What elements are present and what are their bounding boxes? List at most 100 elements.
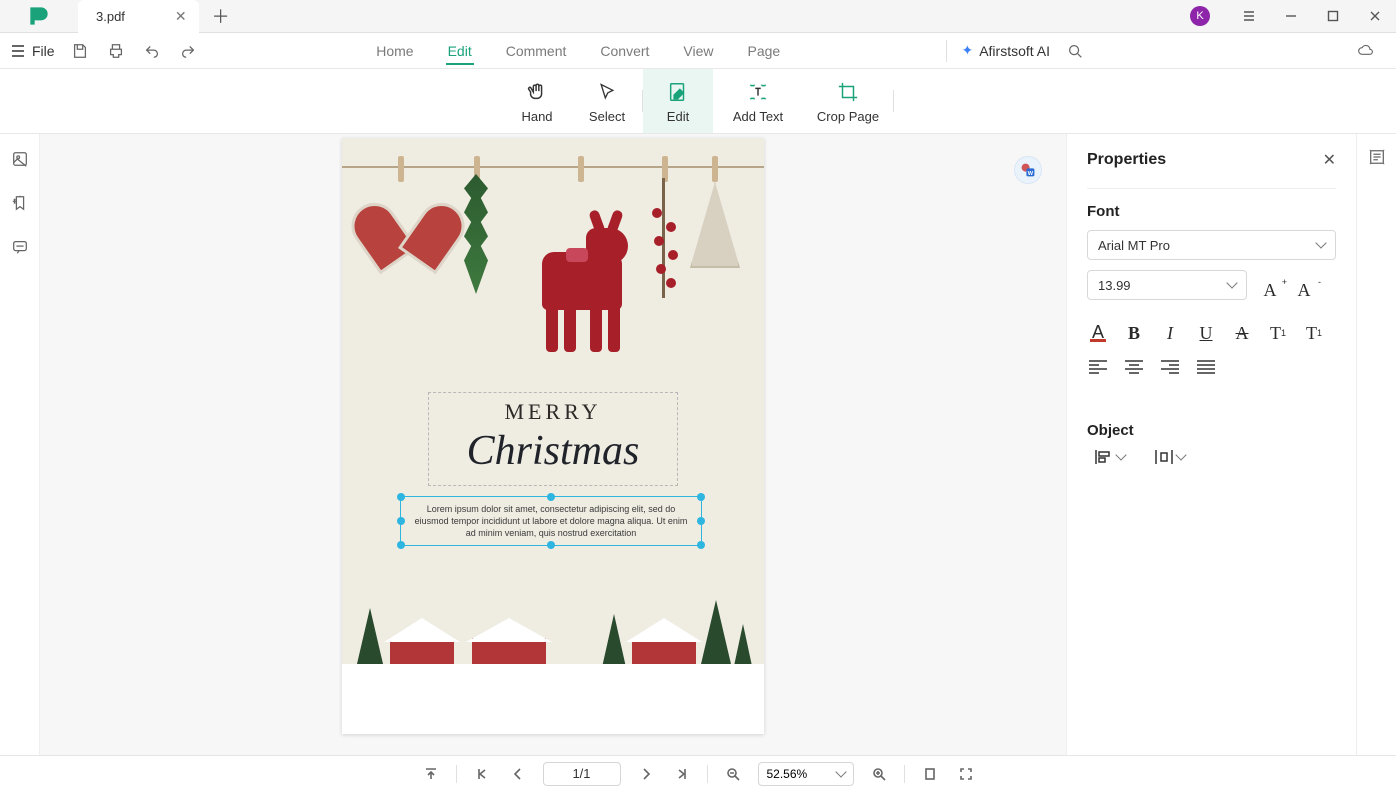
align-justify-icon[interactable] xyxy=(1195,356,1217,378)
save-icon[interactable] xyxy=(69,40,91,62)
menu-edit[interactable]: Edit xyxy=(446,37,474,65)
right-rail xyxy=(1356,134,1396,755)
tool-crop-label: Crop Page xyxy=(817,109,879,124)
tool-hand-label: Hand xyxy=(521,109,552,124)
zoom-in-icon[interactable] xyxy=(868,763,890,785)
menu-home[interactable]: Home xyxy=(374,37,415,65)
add-text-icon xyxy=(747,79,769,105)
zoom-dropdown[interactable]: 52.56% xyxy=(758,762,854,786)
page-indicator-input[interactable] xyxy=(543,762,621,786)
align-center-icon[interactable] xyxy=(1123,356,1145,378)
menu-comment[interactable]: Comment xyxy=(504,37,569,65)
bookmarks-icon[interactable] xyxy=(9,192,31,214)
decor-village xyxy=(342,584,764,734)
align-objects-dropdown[interactable] xyxy=(1095,449,1125,465)
heading-text-block[interactable]: MERRY Christmas xyxy=(428,392,678,486)
canvas-area[interactable]: W MERRY Chri xyxy=(40,134,1066,755)
tool-hand[interactable]: Hand xyxy=(502,69,572,133)
font-color-icon[interactable]: A xyxy=(1087,322,1109,344)
selected-text-block[interactable]: Lorem ipsum dolor sit amet, consectetur … xyxy=(400,496,702,546)
separator xyxy=(946,40,947,62)
fullscreen-icon[interactable] xyxy=(955,763,977,785)
resize-handle[interactable] xyxy=(547,541,555,549)
underline-icon[interactable]: U xyxy=(1195,322,1217,344)
minimize-button[interactable] xyxy=(1270,0,1312,33)
italic-icon[interactable]: I xyxy=(1159,322,1181,344)
tool-select[interactable]: Select xyxy=(572,69,642,133)
close-window-button[interactable] xyxy=(1354,0,1396,33)
first-page-icon[interactable] xyxy=(471,763,493,785)
sparkle-icon: ✦ xyxy=(961,42,973,59)
file-menu-label: File xyxy=(32,43,55,59)
menu-button[interactable] xyxy=(1228,0,1270,33)
edit-toolbar: Hand Select Edit Add Text Crop Page xyxy=(0,69,1396,134)
chevron-down-icon xyxy=(1175,449,1186,460)
tool-add-text-label: Add Text xyxy=(733,109,783,124)
convert-word-badge[interactable]: W xyxy=(1014,156,1042,184)
resize-handle[interactable] xyxy=(397,517,405,525)
document-tab[interactable]: 3.pdf ✕ xyxy=(78,0,199,33)
fit-page-icon[interactable] xyxy=(919,763,941,785)
resize-handle[interactable] xyxy=(397,541,405,549)
font-size-dropdown[interactable]: 13.99 xyxy=(1087,270,1247,300)
search-icon[interactable] xyxy=(1064,40,1086,62)
resize-handle[interactable] xyxy=(547,493,555,501)
document-page[interactable]: MERRY Christmas Lorem ipsum dolor sit am… xyxy=(342,138,764,734)
decor-branch xyxy=(464,174,488,294)
decor-clip xyxy=(398,156,404,182)
decor-moose xyxy=(532,182,632,356)
zoom-value: 52.56% xyxy=(767,767,808,781)
hand-icon xyxy=(526,79,548,105)
align-left-icon[interactable] xyxy=(1087,356,1109,378)
title-bar: 3.pdf ✕ ＋ K xyxy=(0,0,1396,33)
panel-toggle-icon[interactable] xyxy=(1368,148,1386,171)
align-right-icon[interactable] xyxy=(1159,356,1181,378)
tab-close-button[interactable]: ✕ xyxy=(175,8,187,25)
resize-handle[interactable] xyxy=(697,517,705,525)
decrease-font-icon[interactable]: A- xyxy=(1293,279,1315,301)
subscript-icon[interactable]: T1 xyxy=(1303,322,1325,344)
bold-icon[interactable]: B xyxy=(1123,322,1145,344)
tool-select-label: Select xyxy=(589,109,625,124)
zoom-out-icon[interactable] xyxy=(722,763,744,785)
redo-icon[interactable] xyxy=(177,40,199,62)
font-family-dropdown[interactable]: Arial MT Pro xyxy=(1087,230,1336,260)
file-menu[interactable]: File xyxy=(10,43,55,59)
properties-close-button[interactable]: ✕ xyxy=(1323,150,1336,170)
thumbnails-icon[interactable] xyxy=(9,148,31,170)
chevron-down-icon xyxy=(1226,277,1237,288)
resize-handle[interactable] xyxy=(697,541,705,549)
superscript-icon[interactable]: T1 xyxy=(1267,322,1289,344)
heading-line-2: Christmas xyxy=(433,427,673,475)
cloud-icon[interactable] xyxy=(1354,40,1376,62)
distribute-objects-dropdown[interactable] xyxy=(1155,449,1185,465)
app-logo xyxy=(0,3,78,29)
comments-icon[interactable] xyxy=(9,236,31,258)
new-tab-button[interactable]: ＋ xyxy=(207,2,235,30)
tool-add-text[interactable]: Add Text xyxy=(713,69,803,133)
menu-convert[interactable]: Convert xyxy=(598,37,651,65)
properties-panel: Properties ✕ Font Arial MT Pro 13.99 A+ … xyxy=(1066,134,1356,755)
tool-crop-page[interactable]: Crop Page xyxy=(803,69,893,133)
user-avatar[interactable]: K xyxy=(1190,6,1210,26)
last-page-icon[interactable] xyxy=(671,763,693,785)
resize-handle[interactable] xyxy=(697,493,705,501)
scroll-top-icon[interactable] xyxy=(420,763,442,785)
chevron-down-icon xyxy=(1115,449,1126,460)
decor-heart xyxy=(368,182,442,248)
tool-edit[interactable]: Edit xyxy=(643,69,713,133)
maximize-button[interactable] xyxy=(1312,0,1354,33)
increase-font-icon[interactable]: A+ xyxy=(1259,279,1281,301)
svg-text:W: W xyxy=(1028,171,1034,177)
tool-edit-label: Edit xyxy=(667,109,689,124)
print-icon[interactable] xyxy=(105,40,127,62)
prev-page-icon[interactable] xyxy=(507,763,529,785)
strikethrough-icon[interactable]: A xyxy=(1231,322,1253,344)
resize-handle[interactable] xyxy=(397,493,405,501)
menu-view[interactable]: View xyxy=(681,37,715,65)
left-rail xyxy=(0,134,40,755)
undo-icon[interactable] xyxy=(141,40,163,62)
ai-button[interactable]: ✦ Afirstsoft AI xyxy=(961,42,1050,59)
next-page-icon[interactable] xyxy=(635,763,657,785)
menu-page[interactable]: Page xyxy=(746,37,783,65)
